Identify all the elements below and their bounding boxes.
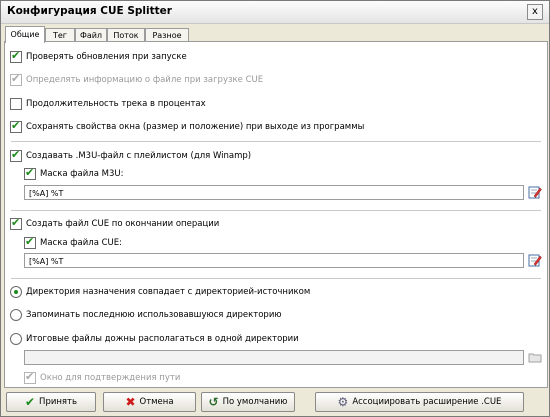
folder-browse-icon: [528, 353, 542, 363]
duration-percent-option[interactable]: Продолжительность трека в процентах: [10, 97, 206, 111]
separator: [11, 278, 541, 279]
confirm-path-label: Окно для подтверждения пути: [40, 373, 181, 383]
dest-same-option[interactable]: Директория назначения совпадает с директ…: [10, 285, 310, 299]
create-m3u-option[interactable]: Создавать .M3U-файл с плейлистом (для Wi…: [10, 148, 252, 163]
remember-dir-option[interactable]: Запоминать последнюю использовавшуюся ди…: [10, 308, 282, 322]
remember-dir-radio[interactable]: [10, 309, 22, 321]
tab-file[interactable]: Файл: [75, 28, 107, 42]
cue-mask-checkbox[interactable]: [24, 235, 36, 249]
apply-button[interactable]: ✔ Принять: [6, 392, 96, 412]
cross-icon: ✖: [125, 395, 136, 409]
dest-same-radio[interactable]: [10, 286, 22, 298]
create-cue-option[interactable]: Создать файл CUE по окончании операции: [10, 216, 220, 231]
duration-percent-checkbox[interactable]: [10, 98, 22, 110]
single-dir-input: [24, 350, 524, 365]
tab-stream[interactable]: Поток: [107, 28, 145, 42]
cue-mask-label: Маска файла CUE:: [40, 238, 122, 248]
create-m3u-checkbox[interactable]: [10, 148, 22, 162]
file-association-icon: ⚙: [337, 395, 349, 409]
associate-cue-label: Ассоциировать расширение .CUE: [352, 397, 502, 407]
create-m3u-label: Создавать .M3U-файл с плейлистом (для Wi…: [26, 151, 252, 161]
create-cue-checkbox[interactable]: [10, 216, 22, 230]
close-button[interactable]: x: [527, 4, 543, 20]
m3u-mask-option[interactable]: Маска файла M3U:: [24, 166, 124, 181]
check-updates-option[interactable]: Проверять обновления при запуске: [10, 49, 187, 64]
defaults-button[interactable]: ↺ По умолчанию: [201, 392, 295, 412]
confirm-path-checkbox: [24, 370, 36, 384]
title-bar[interactable]: Конфигурация CUE Splitter x: [1, 1, 549, 24]
edit-m3u-mask-icon[interactable]: [528, 185, 542, 199]
single-dir-option[interactable]: Итоговые файлы дожны располагаться в одн…: [10, 332, 299, 346]
confirm-path-option: Окно для подтверждения пути: [24, 370, 181, 385]
tab-general[interactable]: Общие: [5, 26, 45, 43]
tab-tag[interactable]: Тег: [45, 28, 75, 42]
defaults-label: По умолчанию: [222, 397, 288, 407]
detect-file-info-checkbox: [10, 72, 22, 86]
cancel-button[interactable]: ✖ Отмена: [103, 392, 196, 412]
apply-label: Принять: [39, 397, 77, 407]
detect-file-info-label: Определять информацию о файле при загруз…: [26, 75, 264, 85]
config-window: Конфигурация CUE Splitter x Общие Тег Фа…: [0, 0, 550, 417]
dest-same-label: Директория назначения совпадает с директ…: [26, 287, 311, 297]
general-panel: Проверять обновления при запуске Определ…: [4, 41, 548, 388]
check-updates-checkbox[interactable]: [10, 49, 22, 63]
detect-file-info-option: Определять информацию о файле при загруз…: [10, 72, 264, 87]
check-updates-label: Проверять обновления при запуске: [26, 52, 187, 62]
create-cue-label: Создать файл CUE по окончании операции: [26, 219, 220, 229]
window-title: Конфигурация CUE Splitter: [7, 5, 172, 17]
check-icon: ✔: [24, 395, 36, 409]
save-window-checkbox[interactable]: [10, 119, 22, 133]
separator: [11, 210, 541, 211]
cancel-label: Отмена: [139, 397, 174, 407]
m3u-mask-input[interactable]: [%A] %T: [24, 185, 524, 200]
associate-cue-button[interactable]: ⚙ Ассоциировать расширение .CUE: [315, 392, 524, 412]
edit-cue-mask-icon[interactable]: [528, 253, 542, 267]
tab-misc[interactable]: Разное: [145, 28, 189, 42]
save-window-option[interactable]: Сохранять свойства окна (размер и положе…: [10, 119, 365, 134]
m3u-mask-label: Маска файла M3U:: [40, 169, 124, 179]
cue-mask-option[interactable]: Маска файла CUE:: [24, 235, 122, 250]
duration-percent-label: Продолжительность трека в процентах: [26, 99, 206, 109]
remember-dir-label: Запоминать последнюю использовавшуюся ди…: [26, 310, 282, 320]
reset-icon: ↺: [208, 395, 219, 409]
separator: [11, 141, 541, 142]
m3u-mask-checkbox[interactable]: [24, 166, 36, 180]
single-dir-label: Итоговые файлы дожны располагаться в одн…: [26, 334, 299, 344]
cue-mask-input[interactable]: [%A] %T: [24, 253, 524, 268]
single-dir-radio[interactable]: [10, 333, 22, 345]
save-window-label: Сохранять свойства окна (размер и положе…: [26, 122, 365, 132]
